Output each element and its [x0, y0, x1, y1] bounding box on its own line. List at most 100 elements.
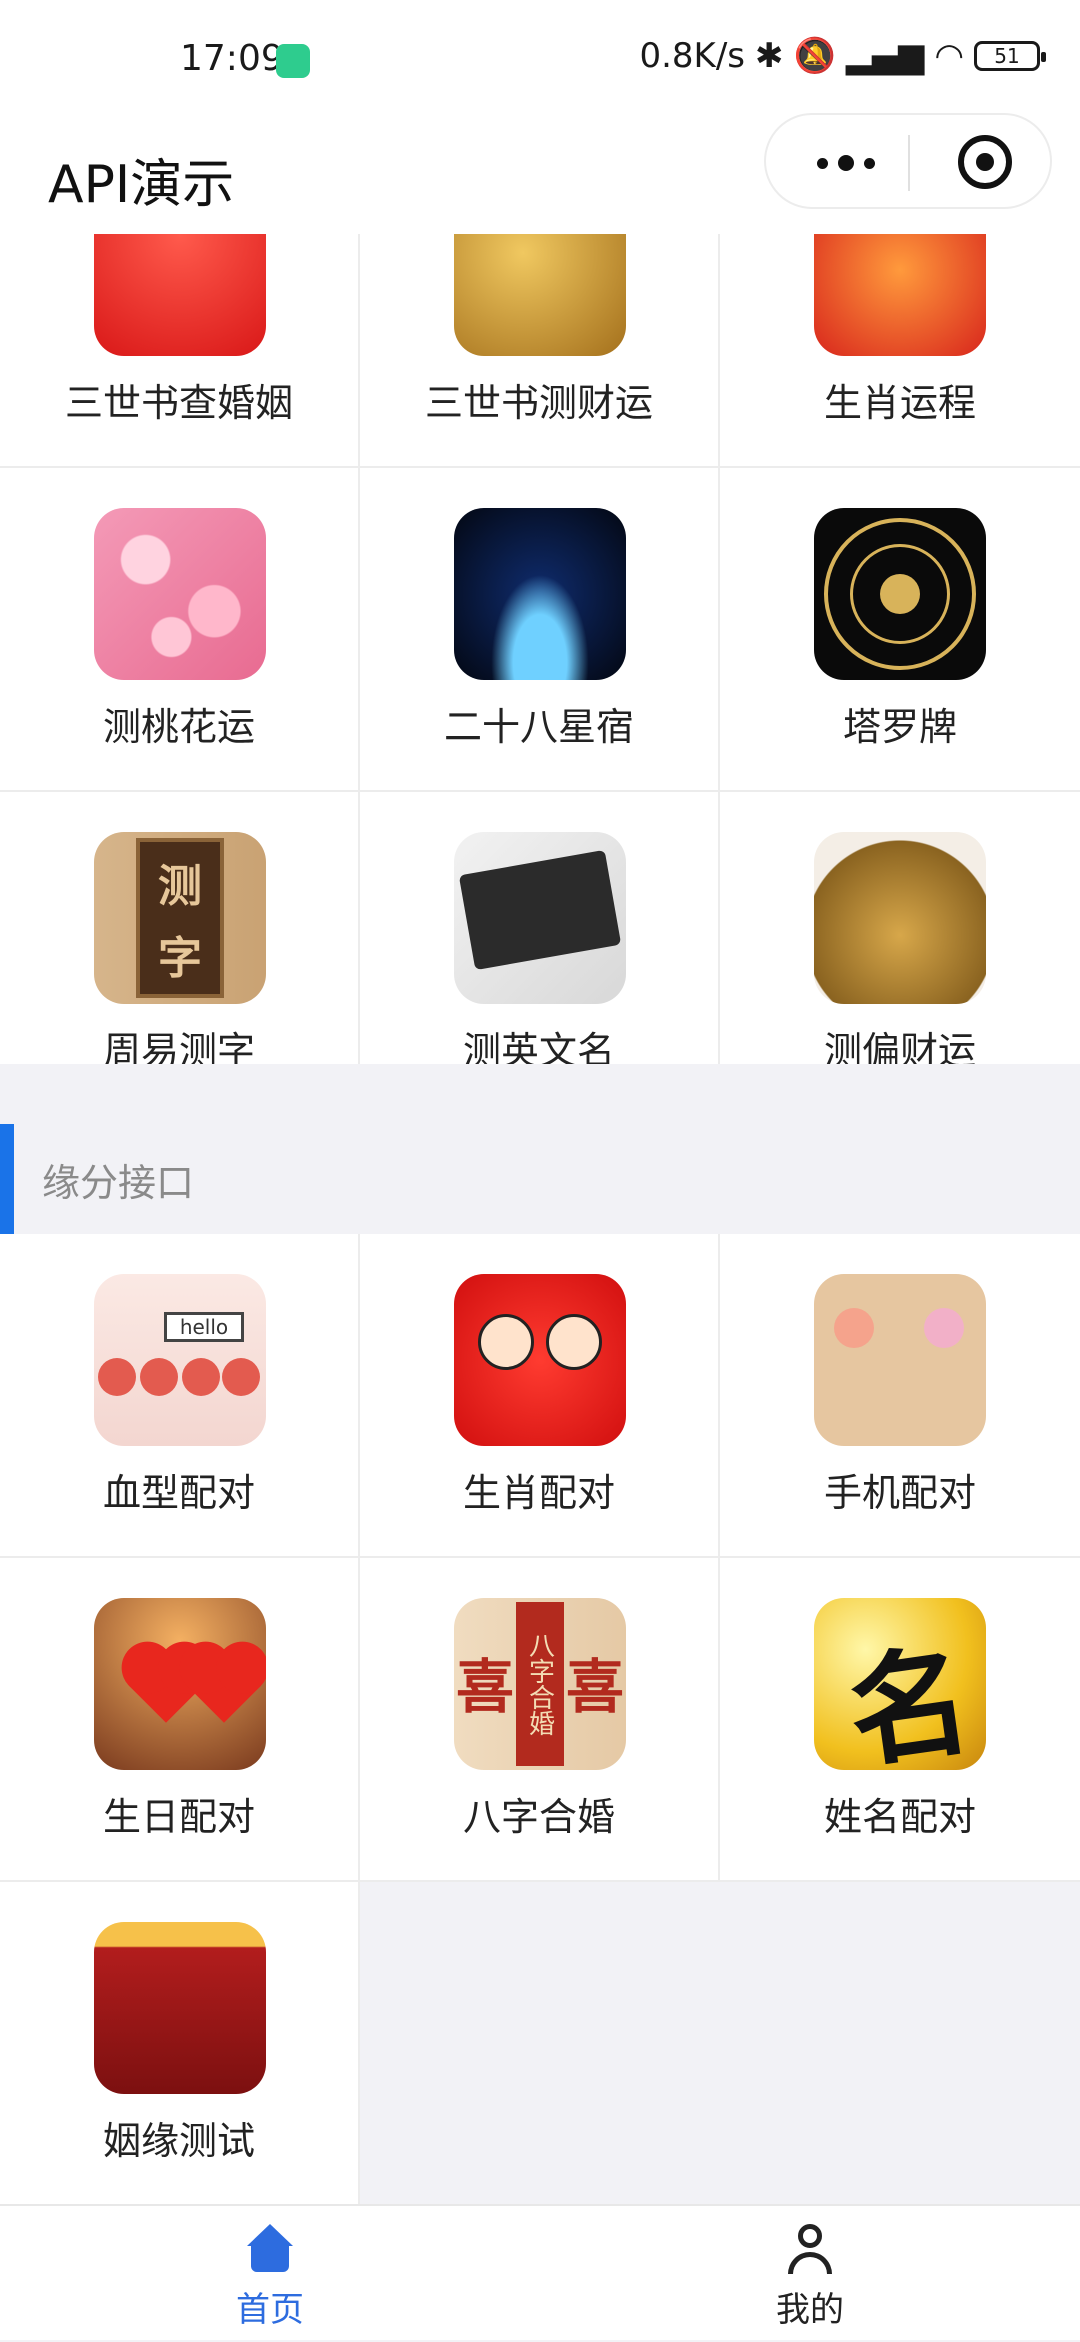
grid-item-label: 测桃花运: [102, 705, 255, 749]
page-title: API演示: [48, 155, 235, 215]
name-character-icon: 名: [814, 1598, 986, 1770]
grid-empty-cell: [720, 1882, 1080, 2204]
couple-icon: [94, 234, 266, 356]
blood-blob: [222, 1358, 260, 1396]
mute-bell-icon: 🔕: [793, 36, 836, 76]
lantern-icon: [814, 234, 986, 356]
fate-grid: hello 血型配对 生肖配对 手机配对 生日配对 喜 八字合婚 喜 八字合婚 …: [0, 1234, 1080, 2204]
tab-bar: 首页 我的: [0, 2204, 1080, 2340]
test-character-icon: 测 字: [94, 832, 266, 1004]
grid-item-tarot[interactable]: 塔罗牌: [720, 468, 1080, 792]
user-shoulders: [788, 2252, 832, 2274]
grid-item-three-lives-marriage[interactable]: 三世书查婚姻: [0, 234, 360, 468]
grid-item-label: 二十八星宿: [443, 705, 634, 749]
grid-item-28-mansions[interactable]: 二十八星宿: [360, 468, 720, 792]
english-names-board-icon: [454, 832, 626, 1004]
bazi-card: 八字合婚: [516, 1602, 564, 1766]
tab-mine-label: 我的: [776, 2290, 844, 2330]
content-scroll-area[interactable]: 三世书查婚姻 三世书测财运 生肖运程 测桃花运 二十八星宿 塔罗牌 测 字 周易…: [0, 234, 1080, 2204]
section-accent-bar: [0, 1124, 14, 1234]
grid-empty-cell: [360, 1882, 720, 2204]
grid-item-zodiac-fortune[interactable]: 生肖运程: [720, 234, 1080, 468]
user-icon: [785, 2224, 835, 2274]
groom-face: [546, 1314, 602, 1370]
coins-icon: [454, 234, 626, 356]
home-body: [251, 2244, 289, 2272]
grid-item-name-match[interactable]: 名 姓名配对: [720, 1558, 1080, 1882]
grid-item-label: 姓名配对: [823, 1795, 976, 1839]
more-dot-icon: [817, 157, 828, 169]
boy-avatar: [834, 1308, 874, 1348]
grid-item-label: 八字合婚: [462, 1795, 615, 1839]
grid-item-label: 血型配对: [102, 1471, 255, 1515]
battery-level: 51: [994, 44, 1020, 68]
more-dot-icon: [838, 155, 854, 171]
blood-blob: [98, 1358, 136, 1396]
grid-item-label: 生日配对: [102, 1795, 255, 1839]
tarot-wheel-icon: [814, 508, 986, 680]
blood-type-hello-icon: hello: [94, 1274, 266, 1446]
blood-blob: [182, 1358, 220, 1396]
ming-char: 名: [840, 1631, 979, 1770]
capsule-divider: [908, 135, 910, 191]
status-bar: 17:09 0.8K/s ✱ 🔕 ▂▄▆ ◠ 51: [0, 0, 1080, 120]
close-mini-program-button[interactable]: [958, 135, 1012, 189]
more-dot-icon: [864, 157, 875, 169]
hd-signal-icon: ▂▄▆: [845, 36, 925, 76]
hello-sign: hello: [164, 1312, 244, 1342]
golden-toad-icon: [814, 832, 986, 1004]
target-icon: [976, 153, 994, 171]
peach-blossom-icon: [94, 508, 266, 680]
double-happiness-icon: 喜 八字合婚 喜: [454, 1598, 626, 1770]
starry-sky-icon: [454, 508, 626, 680]
tab-home-label: 首页: [236, 2290, 304, 2330]
bride-groom-icon: [454, 1274, 626, 1446]
tarot-core: [880, 574, 920, 614]
character-plaque: 测 字: [136, 838, 224, 998]
mini-program-capsule: [764, 113, 1052, 209]
grid-item-label: 三世书查婚姻: [64, 381, 293, 425]
status-time: 17:09: [180, 38, 284, 79]
chalkboard: [458, 849, 622, 971]
grid-item-bazi-marriage[interactable]: 喜 八字合婚 喜 八字合婚: [360, 1558, 720, 1882]
grid-item-label: 塔罗牌: [842, 705, 957, 749]
home-icon: [245, 2224, 295, 2274]
girl-avatar: [924, 1308, 964, 1348]
phone-couple-icon: [814, 1274, 986, 1446]
more-menu-button[interactable]: [806, 143, 886, 183]
grid-item-zodiac-match[interactable]: 生肖配对: [360, 1234, 720, 1558]
happiness-char: 喜: [566, 1653, 625, 1721]
plaque-char: 字: [158, 933, 202, 984]
grid-item-label: 三世书测财运: [424, 381, 653, 425]
bride-face: [478, 1314, 534, 1370]
grid-item-birthday-match[interactable]: 生日配对: [0, 1558, 360, 1882]
tab-mine[interactable]: 我的: [540, 2206, 1080, 2342]
network-speed: 0.8K/s: [639, 36, 746, 76]
tab-home[interactable]: 首页: [0, 2206, 540, 2342]
fortune-grid: 三世书查婚姻 三世书测财运 生肖运程 测桃花运 二十八星宿 塔罗牌 测 字 周易…: [0, 234, 1080, 1116]
battery-icon: 51: [974, 41, 1046, 71]
bluetooth-icon: ✱: [755, 36, 784, 76]
grid-item-label: 手机配对: [823, 1471, 976, 1515]
grid-item-phone-match[interactable]: 手机配对: [720, 1234, 1080, 1558]
grid-item-marriage-test[interactable]: 姻缘测试: [0, 1882, 360, 2204]
grid-item-label: 生肖配对: [462, 1471, 615, 1515]
section-header: 缘分接口: [0, 1064, 1080, 1234]
grid-item-peach-blossom[interactable]: 测桃花运: [0, 468, 360, 792]
home-roof: [247, 2224, 293, 2246]
blood-blob: [140, 1358, 178, 1396]
grid-item-label: 姻缘测试: [102, 2119, 255, 2163]
grid-item-blood-type-match[interactable]: hello 血型配对: [0, 1234, 360, 1558]
grid-item-label: 生肖运程: [823, 381, 976, 425]
wifi-icon: ◠: [934, 36, 964, 76]
app-notification-icon: [276, 44, 310, 78]
plaque-char: 测: [158, 861, 202, 912]
heart: [187, 1649, 261, 1723]
bazi-card-text: 八字合婚: [524, 1632, 555, 1736]
grid-item-three-lives-wealth[interactable]: 三世书测财运: [360, 234, 720, 468]
happiness-char: 喜: [456, 1653, 515, 1721]
user-head: [798, 2224, 822, 2248]
section-title: 缘分接口: [42, 1161, 195, 1205]
status-right-cluster: 0.8K/s ✱ 🔕 ▂▄▆ ◠ 51: [639, 36, 1046, 76]
wishing-wall-icon: [94, 1922, 266, 2094]
